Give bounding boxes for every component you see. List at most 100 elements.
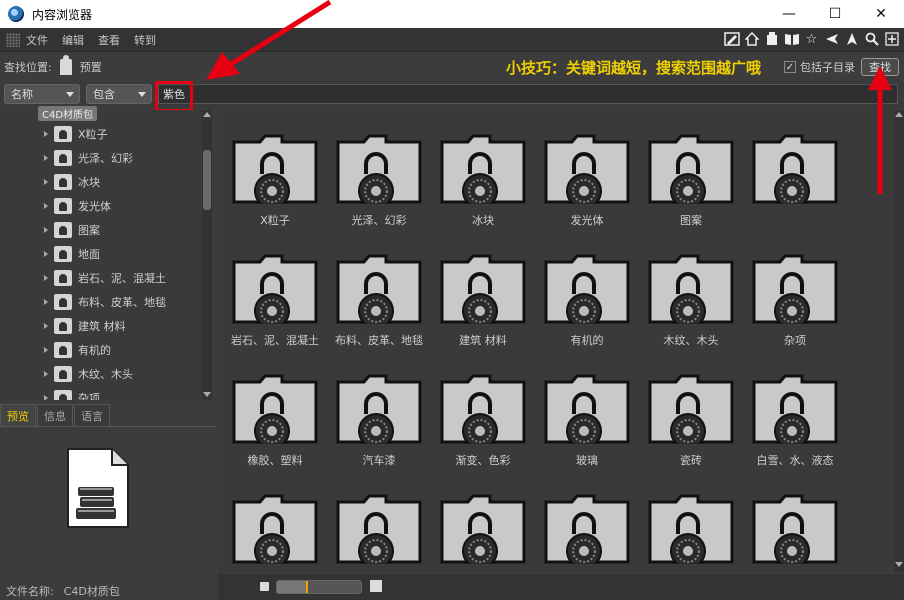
material-folder-item[interactable]: 汽车漆: [326, 354, 426, 467]
tree-item[interactable]: 地面: [44, 244, 100, 264]
material-folder-item[interactable]: [534, 474, 634, 572]
material-folder-item[interactable]: 木纹、木头: [638, 234, 738, 347]
grip-icon[interactable]: [6, 32, 20, 47]
material-folder-item[interactable]: 发光体: [534, 114, 634, 227]
tree-scrollbar[interactable]: [202, 110, 212, 400]
locked-folder-icon: [54, 270, 72, 286]
locked-folder-icon: [544, 374, 630, 444]
tree-item[interactable]: 光泽、幻彩: [44, 148, 133, 168]
tree-item[interactable]: 有机的: [44, 340, 111, 360]
up-arrow-icon[interactable]: [843, 30, 860, 48]
material-folder-item[interactable]: 岩石、泥、混凝土: [222, 234, 322, 347]
material-folder-item[interactable]: [326, 474, 426, 572]
edit-icon[interactable]: [723, 30, 740, 48]
locked-folder-icon: [54, 390, 72, 400]
tree-item[interactable]: 木纹、木头: [44, 364, 133, 384]
mode-dropdown[interactable]: 包含: [86, 84, 152, 104]
book-icon[interactable]: [783, 30, 800, 48]
tree-item[interactable]: 图案: [44, 220, 100, 240]
chevron-right-icon[interactable]: [44, 179, 48, 185]
grid-scrollbar[interactable]: [894, 110, 904, 572]
material-folder-item[interactable]: 布料、皮革、地毯: [326, 234, 426, 347]
tree-item[interactable]: X粒子: [44, 124, 108, 144]
menu-edit[interactable]: 编辑: [62, 32, 84, 48]
material-folder-item[interactable]: X粒子: [222, 114, 322, 227]
locked-folder-icon: [440, 254, 526, 324]
chevron-right-icon[interactable]: [44, 371, 48, 377]
material-folder-item[interactable]: [430, 474, 530, 572]
chevron-right-icon[interactable]: [44, 395, 48, 400]
material-folder-item[interactable]: [742, 114, 842, 226]
material-folder-item[interactable]: 渐变、色彩: [430, 354, 530, 467]
star-icon[interactable]: ☆: [803, 30, 820, 48]
tree-item-label: X粒子: [78, 128, 108, 141]
large-size-icon[interactable]: [370, 580, 382, 592]
home-icon[interactable]: [743, 30, 760, 48]
file-name-label: 文件名称:: [6, 585, 54, 598]
toolbar: ☆: [723, 30, 900, 48]
tree-item[interactable]: 岩石、泥、混凝土: [44, 268, 166, 288]
locked-folder-icon: [440, 134, 526, 204]
tree-item-label: 有机的: [78, 344, 111, 357]
location-value[interactable]: 预置: [80, 59, 102, 75]
locked-folder-icon: [440, 494, 526, 564]
material-folder-item[interactable]: 有机的: [534, 234, 634, 347]
material-folder-item[interactable]: [222, 474, 322, 572]
tree-item[interactable]: 布料、皮革、地毯: [44, 292, 166, 312]
locked-folder-icon: [54, 222, 72, 238]
menu-goto[interactable]: 转到: [134, 32, 156, 48]
material-folder-item[interactable]: [742, 474, 842, 572]
chevron-right-icon[interactable]: [44, 299, 48, 305]
chevron-right-icon[interactable]: [44, 155, 48, 161]
material-folder-item[interactable]: 光泽、幻彩: [326, 114, 426, 227]
material-folder-item[interactable]: 白雪、水、液态: [742, 354, 842, 467]
tab-info[interactable]: 信息: [37, 404, 73, 426]
tree-item[interactable]: 杂项: [44, 388, 100, 400]
menu-file[interactable]: 文件: [26, 32, 48, 48]
tree-root-item[interactable]: C4D材质包: [38, 105, 98, 121]
tree-item[interactable]: 建筑 材料: [44, 316, 126, 336]
search-input[interactable]: [158, 84, 898, 104]
zoom-slider[interactable]: [276, 580, 362, 594]
tree-item[interactable]: 冰块: [44, 172, 100, 192]
add-icon[interactable]: [883, 30, 900, 48]
tree-scroll-thumb[interactable]: [203, 150, 211, 210]
material-folder-item[interactable]: 玻璃: [534, 354, 634, 467]
small-size-icon[interactable]: [260, 582, 269, 591]
zoom-slider-handle[interactable]: [306, 581, 309, 593]
maximize-button[interactable]: ☐: [812, 0, 858, 28]
minimize-button[interactable]: —: [766, 0, 812, 28]
material-folder-item[interactable]: [638, 474, 738, 572]
material-folder-item[interactable]: 图案: [638, 114, 738, 227]
disk-icon[interactable]: [763, 30, 780, 48]
scroll-up-arrow[interactable]: [895, 112, 903, 117]
chevron-right-icon[interactable]: [44, 323, 48, 329]
include-subdirectories-option[interactable]: ✓ 包括子目录: [784, 59, 855, 75]
chevron-right-icon[interactable]: [44, 251, 48, 257]
chevron-right-icon[interactable]: [44, 275, 48, 281]
tab-language[interactable]: 语言: [74, 404, 110, 426]
back-icon[interactable]: [823, 30, 840, 48]
chevron-right-icon[interactable]: [44, 227, 48, 233]
locked-folder-icon: [648, 134, 734, 204]
close-button[interactable]: ✕: [858, 0, 904, 28]
material-folder-item[interactable]: 冰块: [430, 114, 530, 227]
chevron-right-icon[interactable]: [44, 131, 48, 137]
tab-preview[interactable]: 预览: [0, 404, 36, 426]
scroll-up-arrow[interactable]: [203, 112, 211, 117]
material-folder-item[interactable]: 建筑 材料: [430, 234, 530, 347]
scroll-down-arrow[interactable]: [203, 392, 211, 397]
locked-folder-icon: [648, 494, 734, 564]
material-folder-item[interactable]: 橡胶、塑料: [222, 354, 322, 467]
material-folder-item[interactable]: 瓷砖: [638, 354, 738, 467]
include-subdirectories-checkbox[interactable]: ✓: [784, 61, 796, 73]
find-button[interactable]: 查找: [861, 58, 899, 76]
field-dropdown[interactable]: 名称: [4, 84, 80, 104]
menu-view[interactable]: 查看: [98, 32, 120, 48]
tree-item[interactable]: 发光体: [44, 196, 111, 216]
material-folder-item[interactable]: 杂项: [742, 234, 842, 347]
chevron-right-icon[interactable]: [44, 203, 48, 209]
search-icon[interactable]: [863, 30, 880, 48]
chevron-right-icon[interactable]: [44, 347, 48, 353]
scroll-down-arrow[interactable]: [895, 562, 903, 567]
